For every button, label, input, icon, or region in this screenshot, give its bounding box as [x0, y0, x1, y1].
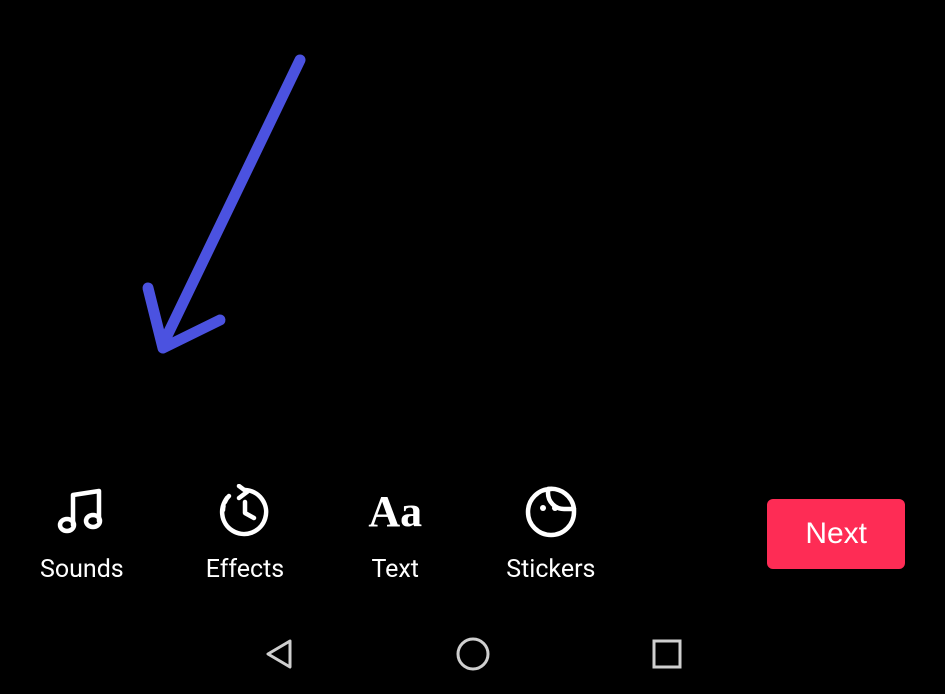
android-nav-bar: [0, 614, 945, 694]
text-aa-icon: Aa: [366, 483, 424, 541]
next-button[interactable]: Next: [767, 499, 905, 569]
sounds-label: Sounds: [40, 555, 124, 584]
tool-group: Sounds Effects Aa Text: [40, 483, 595, 584]
effects-label: Effects: [206, 555, 285, 584]
nav-back-button[interactable]: [257, 632, 301, 676]
text-tool[interactable]: Aa Text: [366, 483, 424, 584]
text-label: Text: [371, 555, 419, 584]
stickers-tool[interactable]: Stickers: [506, 483, 595, 584]
stickers-label: Stickers: [506, 555, 595, 584]
nav-recent-button[interactable]: [645, 632, 689, 676]
home-circle-icon: [453, 634, 493, 674]
back-triangle-icon: [260, 635, 298, 673]
editor-toolbar: Sounds Effects Aa Text: [40, 483, 905, 584]
clock-effects-icon: [216, 483, 274, 541]
annotation-arrow: [130, 40, 370, 384]
sounds-tool[interactable]: Sounds: [40, 483, 124, 584]
sticker-face-icon: [522, 483, 580, 541]
nav-home-button[interactable]: [451, 632, 495, 676]
music-note-icon: [53, 483, 111, 541]
recent-square-icon: [649, 636, 685, 672]
effects-tool[interactable]: Effects: [206, 483, 285, 584]
